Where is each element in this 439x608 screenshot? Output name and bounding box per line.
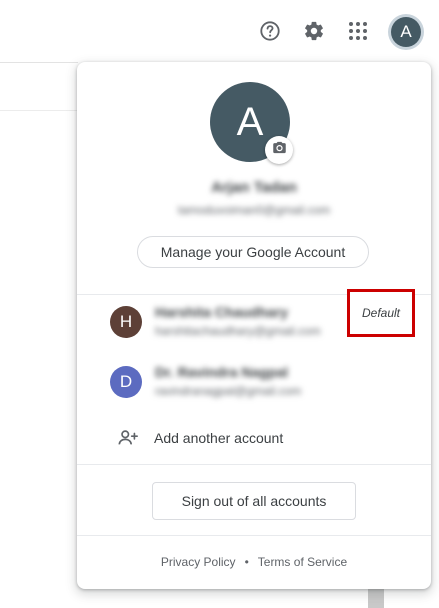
account-item-name: Harshita Chaudhary xyxy=(155,304,289,320)
content-divider xyxy=(0,110,78,111)
settings-button[interactable] xyxy=(297,14,331,48)
apps-button[interactable] xyxy=(341,14,375,48)
privacy-policy-link[interactable]: Privacy Policy xyxy=(161,555,236,569)
divider xyxy=(77,535,431,536)
camera-icon xyxy=(272,140,287,160)
manage-account-button[interactable]: Manage your Google Account xyxy=(137,236,369,268)
account-item-email: harshitachaudhary@gmail.com xyxy=(155,324,321,338)
terms-of-service-link[interactable]: Terms of Service xyxy=(258,555,347,569)
account-email: tamoduvoiman0@gmail.com xyxy=(177,203,331,217)
avatar-letter: A xyxy=(391,17,421,47)
gear-icon xyxy=(303,20,325,42)
account-switcher-panel: A Arjan Tadan tamoduvoiman0@gmail.com Ma… xyxy=(77,62,431,589)
apps-grid-icon xyxy=(348,21,368,41)
divider xyxy=(77,464,431,465)
default-account-badge: Default xyxy=(347,289,415,337)
account-avatar: D xyxy=(110,366,142,398)
change-photo-button[interactable] xyxy=(265,136,293,164)
add-account-button[interactable]: Add another account xyxy=(77,418,431,458)
help-button[interactable] xyxy=(253,14,287,48)
account-avatar: H xyxy=(110,306,142,338)
account-item-email: ravindranagpal@gmail.com xyxy=(155,384,302,398)
default-label: Default xyxy=(361,306,401,320)
person-add-icon xyxy=(117,427,139,449)
panel-footer: Privacy Policy • Terms of Service xyxy=(77,555,431,569)
scrollbar-thumb[interactable] xyxy=(368,586,384,608)
add-account-label: Add another account xyxy=(154,430,284,446)
header-divider xyxy=(0,62,78,63)
account-name: Arjan Tadan xyxy=(211,179,297,196)
account-avatar-button[interactable]: A xyxy=(388,14,424,50)
footer-separator: • xyxy=(244,555,249,569)
account-item-2[interactable]: D Dr. Ravindra Nagpal ravindranagpal@gma… xyxy=(77,355,431,407)
account-item-name: Dr. Ravindra Nagpal xyxy=(155,364,289,380)
sign-out-button[interactable]: Sign out of all accounts xyxy=(152,482,356,520)
help-circle-icon xyxy=(259,20,281,42)
